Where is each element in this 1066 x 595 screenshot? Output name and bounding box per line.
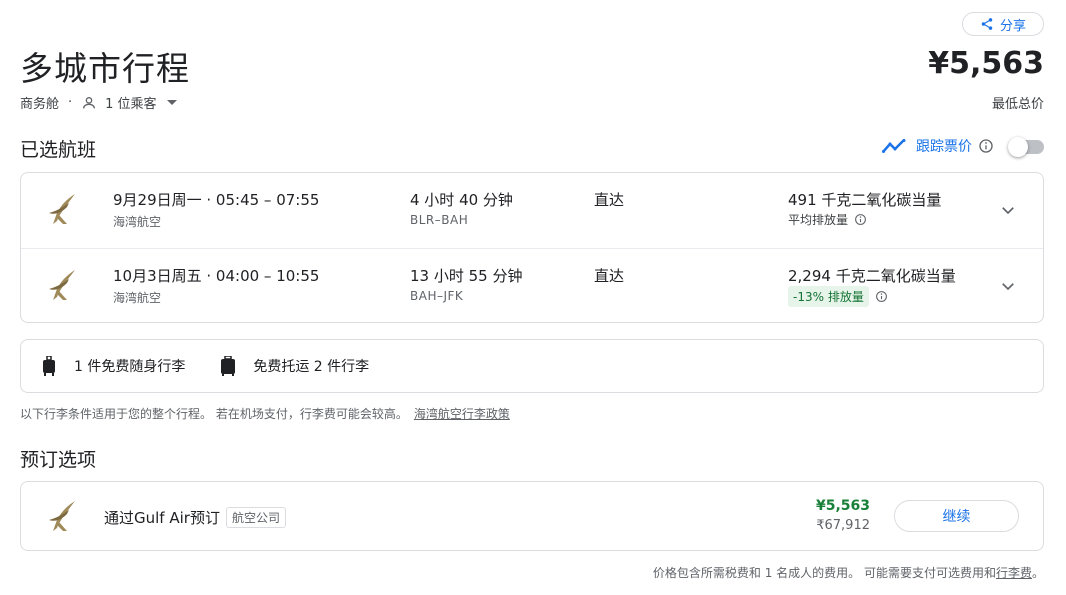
- checked-bag-label: 免费托运 2 件行李: [253, 359, 370, 375]
- meta-separator: ·: [68, 95, 73, 110]
- chevron-down-icon[interactable]: [999, 277, 1017, 295]
- baggage-policy-link[interactable]: 海湾航空行李政策: [414, 407, 510, 421]
- trend-icon: [882, 139, 906, 153]
- booking-option-card: 通过Gulf Air预订 航空公司 ¥5,563 ₹67,912 继续: [20, 481, 1044, 551]
- continue-button[interactable]: 继续: [894, 500, 1019, 532]
- info-icon[interactable]: [875, 290, 888, 303]
- cabin-class: 商务舱: [20, 97, 60, 112]
- booking-via-label: 通过Gulf Air预订: [104, 509, 220, 527]
- gulf-air-logo-icon: [49, 270, 75, 300]
- flight-emissions: 491 千克二氧化碳当量: [788, 191, 942, 209]
- checked-bag-icon: [221, 356, 236, 376]
- flight-route: BLR–BAH: [410, 213, 469, 227]
- booking-provider: 通过Gulf Air预订 航空公司: [104, 507, 286, 528]
- info-icon[interactable]: [854, 213, 867, 226]
- chevron-down-icon[interactable]: [999, 201, 1017, 219]
- emissions-note: -13% 排放量: [788, 286, 888, 307]
- flight-stops: 直达: [594, 267, 625, 285]
- baggage-note-text: 以下行李条件适用于您的整个行程。 若在机场支付，行李费可能会较高。: [20, 407, 408, 421]
- emissions-note: 平均排放量: [788, 211, 867, 228]
- info-icon[interactable]: [978, 138, 994, 154]
- flight-datetime: 9月29日周一 · 05:45 – 07:55: [113, 191, 320, 209]
- track-prices-toggle[interactable]: [1008, 137, 1044, 157]
- flight-airline: 海湾航空: [113, 291, 162, 305]
- track-prices[interactable]: 跟踪票价: [882, 136, 994, 156]
- flight-row[interactable]: 10月3日周五 · 04:00 – 10:55 海湾航空 13 小时 55 分钟…: [21, 248, 1043, 323]
- selected-flights-title: 已选航班: [20, 139, 97, 161]
- footer-note-text: 价格包含所需税费和 1 名成人的费用。 可能需要支付可选费用和: [652, 566, 996, 580]
- selected-flights-card: 9月29日周一 · 05:45 – 07:55 海湾航空 4 小时 40 分钟 …: [20, 172, 1044, 323]
- flight-stops: 直达: [594, 191, 625, 209]
- passenger-selector[interactable]: 1 位乘客: [81, 93, 177, 112]
- toggle-knob: [1008, 137, 1028, 157]
- flight-row[interactable]: 9月29日周一 · 05:45 – 07:55 海湾航空 4 小时 40 分钟 …: [21, 173, 1043, 248]
- emissions-badge: -13% 排放量: [788, 286, 869, 307]
- checked-bag-item: 免费托运 2 件行李: [221, 356, 369, 376]
- carry-on-bag-icon: [43, 356, 55, 376]
- baggage-card: 1 件免费随身行李 免费托运 2 件行李: [20, 339, 1044, 393]
- gulf-air-logo-icon: [49, 501, 75, 531]
- emissions-note-text: 平均排放量: [788, 213, 849, 227]
- carry-on-item: 1 件免费随身行李: [42, 356, 185, 376]
- footer-note: 价格包含所需税费和 1 名成人的费用。 可能需要支付可选费用和行李费。: [653, 564, 1044, 581]
- caret-down-icon: [166, 100, 177, 105]
- track-prices-label: 跟踪票价: [916, 139, 972, 155]
- total-price-label: 最低总价: [991, 97, 1044, 112]
- trip-meta: 商务舱 · 1 位乘客: [20, 93, 177, 112]
- total-price: ¥5,563: [928, 46, 1044, 81]
- carry-on-label: 1 件免费随身行李: [74, 359, 186, 375]
- flight-emissions: 2,294 千克二氧化碳当量: [788, 267, 956, 285]
- footer-note-end: 。: [1031, 566, 1044, 580]
- page-title: 多城市行程: [20, 49, 190, 88]
- flight-datetime: 10月3日周五 · 04:00 – 10:55: [113, 267, 320, 285]
- baggage-fee-link[interactable]: 行李费: [996, 566, 1032, 580]
- airline-tag: 航空公司: [225, 507, 286, 528]
- share-label: 分享: [999, 18, 1026, 34]
- share-button[interactable]: 分享: [962, 12, 1044, 36]
- booking-price-alt: ₹67,912: [816, 518, 870, 533]
- flight-duration: 13 小时 55 分钟: [410, 267, 523, 285]
- booking-options-title: 预订选项: [20, 449, 97, 471]
- person-icon: [83, 96, 96, 108]
- passenger-count: 1 位乘客: [105, 97, 157, 112]
- booking-price: ¥5,563: [815, 498, 870, 514]
- flight-airline: 海湾航空: [113, 215, 162, 229]
- flight-duration: 4 小时 40 分钟: [410, 191, 513, 209]
- gulf-air-logo-icon: [49, 194, 75, 224]
- flight-route: BAH–JFK: [410, 289, 464, 303]
- baggage-note: 以下行李条件适用于您的整个行程。 若在机场支付，行李费可能会较高。 海湾航空行李政…: [20, 405, 510, 422]
- share-icon: [981, 18, 993, 30]
